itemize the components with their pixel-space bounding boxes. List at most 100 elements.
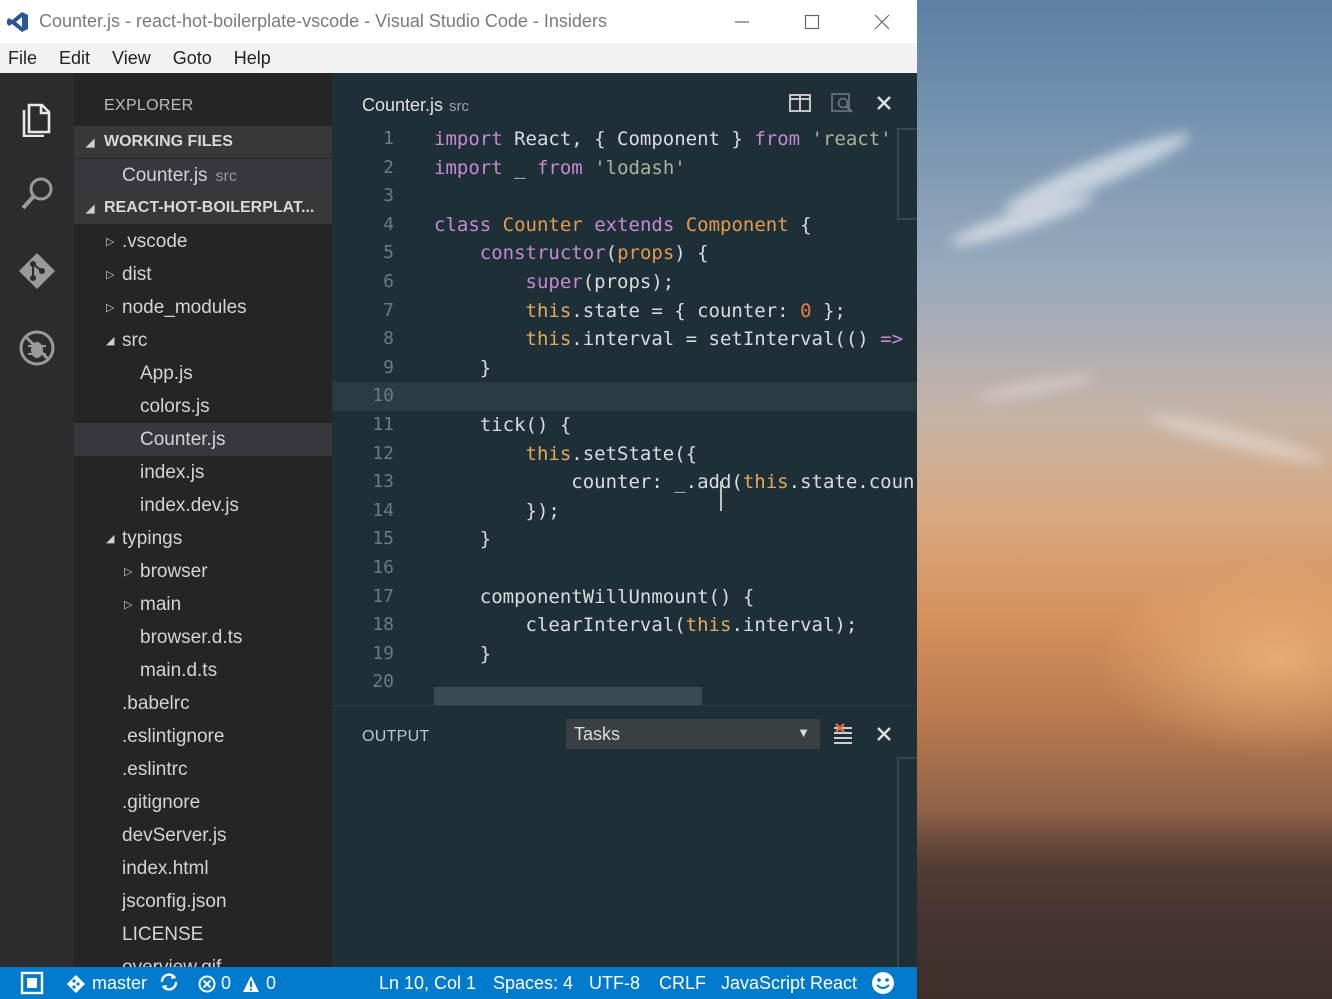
panel-title: OUTPUT — [362, 728, 430, 745]
code-line: 7 this.state = { counter: 0 }; — [383, 299, 846, 322]
tree-file[interactable]: index.dev.js — [74, 489, 332, 522]
debug-icon[interactable] — [16, 327, 58, 369]
search-icon[interactable] — [16, 173, 58, 215]
cursor-position[interactable]: Ln 10, Col 1 — [379, 973, 476, 994]
tree-file[interactable]: index.html — [74, 852, 332, 885]
explorer-sidebar: EXPLORER ◢ WORKING FILES Counter.js src ◢… — [74, 73, 332, 967]
error-icon — [198, 975, 216, 992]
tree-file[interactable]: .babelrc — [74, 687, 332, 720]
code-line: 12 this.setState({ — [372, 442, 698, 465]
tree-file[interactable]: .eslintignore — [74, 720, 332, 753]
vscode-window: Counter.js - react-hot-boilerplate-vscod… — [0, 0, 917, 999]
menu-help[interactable]: Help — [234, 48, 271, 69]
vscode-logo-icon — [0, 0, 36, 43]
editor-tab-bar: Counter.js src — [332, 73, 917, 125]
tree-file[interactable]: Counter.js — [74, 423, 332, 456]
indentation[interactable]: Spaces: 4 — [493, 973, 573, 994]
tree-file[interactable]: devServer.js — [74, 819, 332, 852]
code-line: 15 } — [372, 528, 492, 551]
tree-file[interactable]: App.js — [74, 357, 332, 390]
git-branch[interactable]: master — [66, 973, 147, 994]
git-icon[interactable] — [16, 250, 58, 292]
menu-view[interactable]: View — [112, 48, 151, 69]
tree-item-label: index.dev.js — [140, 494, 239, 516]
tab-description: src — [449, 98, 470, 115]
tree-file[interactable]: colors.js — [74, 390, 332, 423]
tree-file[interactable]: LICENSE — [74, 918, 332, 951]
tree-folder[interactable]: ▷ main — [74, 588, 332, 621]
tree-folder[interactable]: ▷ node_modules — [74, 291, 332, 324]
split-editor-icon[interactable] — [787, 91, 813, 115]
menu-edit[interactable]: Edit — [59, 48, 90, 69]
tree-folder[interactable]: ▷ browser — [74, 555, 332, 588]
open-preview-icon[interactable] — [829, 91, 855, 115]
code-line: 8 this.interval = setInterval(() => — [383, 328, 904, 351]
menu-bar: File Edit View Goto Help — [0, 43, 917, 73]
close-panel-icon[interactable] — [871, 721, 897, 747]
tree-folder[interactable]: ◢ src — [74, 324, 332, 357]
output-panel: OUTPUT Tasks ▼ — [332, 705, 917, 968]
warning-icon — [243, 975, 260, 992]
sync-icon[interactable] — [158, 971, 180, 993]
collapsed-arrow-icon: ▷ — [124, 599, 133, 611]
project-folder-header[interactable]: ◢ REACT-HOT-BOILERPLAT... — [74, 192, 332, 224]
tree-item-label: App.js — [140, 362, 193, 384]
clear-output-icon[interactable] — [830, 721, 856, 747]
expanded-arrow-icon: ◢ — [106, 533, 115, 545]
tree-item-label: main.d.ts — [140, 659, 218, 681]
minimize-icon[interactable] — [707, 0, 777, 43]
close-icon[interactable] — [847, 0, 917, 43]
tree-folder[interactable]: ◢ typings — [74, 522, 332, 555]
tree-folder[interactable]: ▷ .vscode — [74, 225, 332, 258]
tree-file[interactable]: .eslintrc — [74, 753, 332, 786]
code-line: 19 } — [372, 642, 492, 665]
working-file-item[interactable]: Counter.js src — [74, 159, 332, 192]
output-channel-select[interactable]: Tasks ▼ — [566, 719, 820, 749]
tree-item-label: .eslintrc — [122, 758, 188, 780]
feedback-square-icon[interactable] — [20, 971, 44, 995]
line-ending[interactable]: CRLF — [659, 973, 706, 994]
status-bar: master 0 0 Ln 10, Col 1 Spaces: 4 UTF-8 … — [0, 967, 917, 999]
tree-item-label: typings — [122, 527, 183, 549]
problems-indicator[interactable]: 0 0 — [198, 973, 276, 994]
tree-file[interactable]: browser.d.ts — [74, 621, 332, 654]
code-line: 9 } — [383, 356, 492, 379]
tree-file[interactable]: overview.gif — [74, 951, 332, 968]
menu-file[interactable]: File — [8, 48, 37, 69]
expanded-arrow-icon: ◢ — [106, 335, 115, 347]
tree-item-label: colors.js — [140, 395, 210, 417]
language-mode[interactable]: JavaScript React — [721, 973, 857, 994]
encoding[interactable]: UTF-8 — [589, 973, 640, 994]
tree-item-label: .babelrc — [122, 692, 190, 714]
close-editor-icon[interactable] — [871, 91, 897, 115]
smiley-feedback-icon[interactable] — [871, 971, 895, 995]
tree-item-label: Counter.js — [140, 428, 226, 450]
working-files-header[interactable]: ◢ WORKING FILES — [74, 126, 332, 158]
menu-goto[interactable]: Goto — [173, 48, 212, 69]
code-line: 13 counter: _.add(this.state.coun — [372, 471, 915, 494]
tree-file[interactable]: jsconfig.json — [74, 885, 332, 918]
working-file-desc: src — [215, 167, 237, 185]
tree-folder[interactable]: ▷ dist — [74, 258, 332, 291]
code-editor[interactable]: 1 import React, { Component } from 'react… — [332, 125, 917, 705]
tree-file[interactable]: .gitignore — [74, 786, 332, 819]
editor-tab[interactable]: Counter.js src — [362, 95, 469, 116]
tree-file[interactable]: index.js — [74, 456, 332, 489]
editor-horizontal-scrollbar[interactable] — [434, 687, 702, 705]
tree-item-label: .vscode — [122, 230, 188, 252]
tree-item-label: jsconfig.json — [122, 890, 227, 912]
tree-item-label: index.js — [140, 461, 205, 483]
editor-scrollbar[interactable] — [897, 128, 917, 220]
tree-file[interactable]: main.d.ts — [74, 654, 332, 687]
collapse-icon: ◢ — [86, 203, 95, 215]
editor-group: Counter.js src 1 import React, { Component… — [332, 73, 917, 705]
tree-item-label: overview.gif — [122, 956, 222, 968]
code-line: 1 import React, { Component } from 'react… — [383, 128, 892, 150]
code-line: 11 tick() { — [372, 414, 572, 436]
panel-scrollbar[interactable] — [897, 757, 917, 968]
tree-item-label: index.html — [122, 857, 209, 879]
explorer-icon[interactable] — [16, 97, 58, 139]
code-line: 4 class Counter extends Component { — [383, 213, 812, 236]
maximize-icon[interactable] — [777, 0, 847, 43]
tree-item-label: node_modules — [122, 296, 247, 318]
